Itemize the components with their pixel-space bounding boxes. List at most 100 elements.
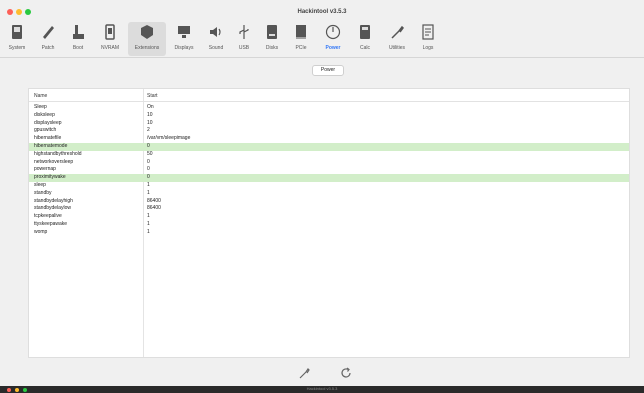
power-settings-table: Name Start Sleep On disksleep 10 displaysl…: [28, 88, 630, 358]
row-name: standby: [34, 189, 52, 196]
toolbar-displays[interactable]: Displays: [168, 22, 200, 56]
table-row[interactable]: disksleep 10: [29, 112, 629, 120]
toolbar-logs[interactable]: Logs: [415, 22, 441, 56]
toolbar-utilities-label: Utilities: [388, 45, 406, 51]
disks-icon: [267, 25, 277, 39]
row-name: womp: [34, 228, 48, 235]
row-name: powernap: [34, 166, 56, 173]
row-name: displaysleep: [34, 119, 62, 126]
row-value: 1: [147, 213, 150, 220]
toolbar-calc[interactable]: Calc: [351, 22, 379, 56]
toolbar-calc-label: Calc: [359, 45, 370, 51]
row-name: ttyskeepawake: [34, 221, 68, 227]
toolbar-power-label: Power: [325, 45, 341, 51]
header-start[interactable]: Start: [147, 93, 158, 99]
row-name: highstandbythreshold: [34, 150, 82, 157]
toolbar-disks-label: Disks: [265, 45, 279, 51]
row-name: gpuswitch: [34, 127, 57, 134]
table-row[interactable]: highstandbythreshold 50: [29, 151, 629, 159]
window-title: Hackintool v3.5.3: [297, 9, 347, 15]
sound-icon: [210, 27, 221, 37]
toolbar-pcie-label: PCIe: [295, 45, 307, 51]
logs-icon: [422, 24, 434, 40]
table-row[interactable]: tcpkeepalive 1: [29, 213, 629, 221]
toolbar-patch[interactable]: Patch: [33, 22, 63, 56]
toolbar-pcie[interactable]: PCIe: [287, 22, 315, 56]
table-row-highlighted[interactable]: proximitywake 0: [29, 174, 629, 182]
wrench-icon[interactable]: [298, 367, 310, 379]
table-row[interactable]: standbydelayhigh 86400: [29, 198, 629, 206]
row-value: 1: [147, 228, 150, 235]
table-row[interactable]: standby 1: [29, 190, 629, 198]
toolbar-system-label: System: [8, 45, 26, 51]
refresh-icon[interactable]: [340, 367, 352, 379]
toolbar-sound[interactable]: Sound: [201, 22, 231, 56]
toolbar-system[interactable]: System: [2, 22, 32, 56]
toolbar-boot[interactable]: Boot: [63, 22, 93, 56]
toolbar-nvram[interactable]: NVRAM: [93, 22, 127, 56]
row-name: proximitywake: [34, 174, 66, 181]
table-row[interactable]: networkoversleep 0: [29, 159, 629, 167]
row-value: 0: [147, 174, 150, 181]
toolbar-utilities[interactable]: Utilities: [381, 22, 413, 56]
toolbar-power[interactable]: Power: [317, 22, 349, 56]
toolbar-nvram-label: NVRAM: [100, 45, 120, 51]
table-row[interactable]: powernap 0: [29, 166, 629, 174]
calc-icon: [360, 25, 370, 39]
pcie-icon: [296, 25, 306, 39]
row-value: 1: [147, 189, 150, 196]
usb-icon: [239, 25, 249, 39]
toolbar-boot-label: Boot: [72, 45, 84, 51]
background-window-title: Hackintool v3.5.3: [306, 386, 338, 391]
table-row[interactable]: gpuswitch 2: [29, 127, 629, 135]
row-name: tcpkeepalive: [34, 213, 62, 220]
toolbar-extensions-label: Extensions: [134, 45, 160, 51]
table-row[interactable]: displaysleep 10: [29, 120, 629, 128]
row-name: standbydelaylow: [34, 205, 71, 212]
boot-icon: [73, 25, 84, 39]
table-row[interactable]: sleep 1: [29, 182, 629, 190]
table-header: Name Start: [29, 89, 629, 102]
utilities-icon: [391, 25, 404, 39]
toolbar-usb[interactable]: USB: [231, 22, 257, 56]
row-value: 0: [147, 143, 150, 149]
table-row[interactable]: womp 1: [29, 229, 629, 237]
row-name: disksleep: [34, 111, 55, 118]
row-value: /var/vm/sleepimage: [147, 135, 191, 142]
header-name[interactable]: Name: [34, 93, 47, 99]
table-row[interactable]: ttyskeepawake 1: [29, 221, 629, 229]
row-value: 1: [147, 221, 150, 227]
row-value: On: [147, 104, 154, 110]
toolbar-disks[interactable]: Disks: [258, 22, 286, 56]
row-name: sleep: [34, 182, 46, 188]
toolbar-logs-label: Logs: [422, 45, 434, 51]
extensions-icon: [141, 25, 153, 39]
row-name: Sleep: [34, 104, 47, 110]
row-value: 0: [147, 166, 150, 173]
toolbar-sound-label: Sound: [208, 45, 224, 51]
background-window-strip: Hackintool v3.5.3: [0, 386, 644, 393]
row-value: 2: [147, 127, 150, 134]
row-value: 50: [147, 150, 153, 157]
row-value: 1: [147, 182, 150, 188]
row-value: 10: [147, 111, 153, 118]
row-value: 86400: [147, 197, 161, 204]
system-icon: [12, 25, 22, 39]
table-row[interactable]: Sleep On: [29, 104, 629, 112]
app-window: Hackintool v3.5.3 System Patch Boot NVRA…: [0, 0, 644, 386]
row-name: hibernatefile: [34, 135, 62, 142]
row-value: 10: [147, 119, 153, 126]
table-row[interactable]: standbydelaylow 86400: [29, 205, 629, 213]
power-icon: [325, 24, 341, 40]
row-name: networkoversleep: [34, 158, 74, 165]
tab-power[interactable]: Power: [312, 65, 344, 76]
table-row-highlighted[interactable]: hibernatemode 0: [29, 143, 629, 151]
table-row[interactable]: hibernatefile/var/vm/sleepimage: [29, 135, 629, 143]
nvram-icon: [105, 24, 115, 40]
row-value: 86400: [147, 205, 161, 212]
toolbar-usb-label: USB: [238, 45, 250, 51]
toolbar-extensions[interactable]: Extensions: [128, 22, 166, 56]
row-value: 0: [147, 158, 150, 165]
row-name: hibernatemode: [34, 143, 68, 149]
toolbar-patch-label: Patch: [41, 45, 55, 51]
